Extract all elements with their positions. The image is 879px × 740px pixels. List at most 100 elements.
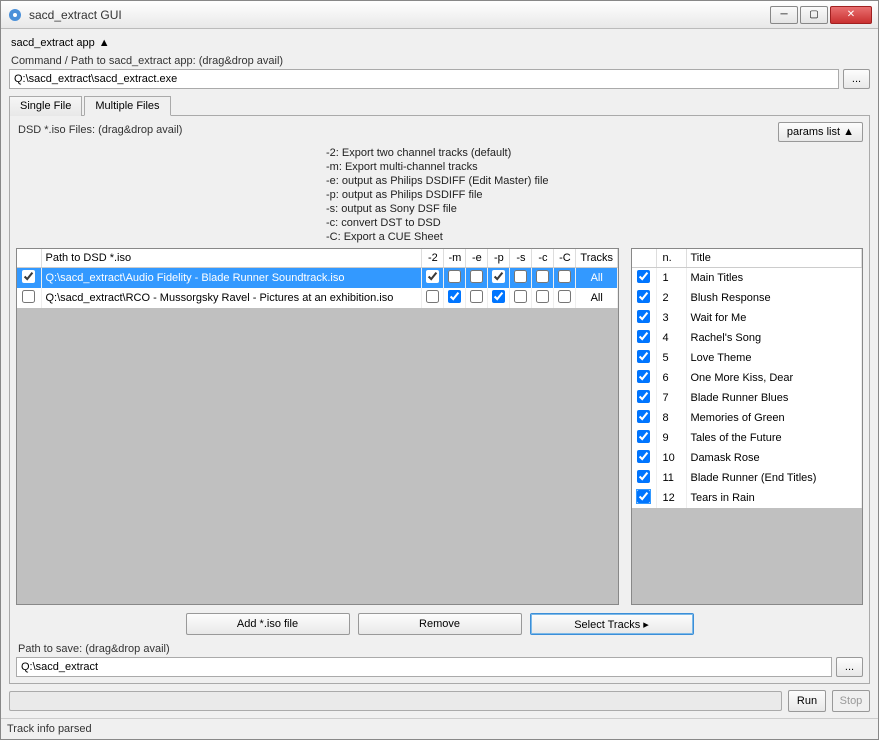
flag-fs[interactable]: [514, 270, 527, 283]
file-row-checkbox[interactable]: [22, 270, 35, 283]
track-checkbox[interactable]: [637, 450, 650, 463]
track-number: 5: [656, 348, 686, 368]
col-c[interactable]: -c: [532, 249, 554, 268]
run-button[interactable]: Run: [788, 690, 826, 712]
browse-cmd-button[interactable]: ...: [843, 69, 870, 89]
file-row[interactable]: Q:\sacd_extract\RCO - Mussorgsky Ravel -…: [17, 288, 618, 308]
col-p[interactable]: -p: [488, 249, 510, 268]
flag-fp[interactable]: [492, 270, 505, 283]
files-grid[interactable]: Path to DSD *.iso -2 -m -e -p -s -c -C T…: [16, 248, 619, 605]
dsd-files-label: DSD *.iso Files: (drag&drop avail): [18, 124, 182, 136]
track-row[interactable]: 7Blade Runner Blues: [632, 388, 862, 408]
flag-fc[interactable]: [536, 290, 549, 303]
remove-button[interactable]: Remove: [358, 613, 522, 635]
flag-fC[interactable]: [558, 270, 571, 283]
col-e[interactable]: -e: [466, 249, 488, 268]
track-checkbox[interactable]: [637, 310, 650, 323]
track-checkbox[interactable]: [637, 470, 650, 483]
track-title: Wait for Me: [686, 308, 862, 328]
cmd-path-label: Command / Path to sacd_extract app: (dra…: [11, 55, 870, 67]
track-row[interactable]: 10Damask Rose: [632, 448, 862, 468]
track-row[interactable]: 3Wait for Me: [632, 308, 862, 328]
col-path[interactable]: Path to DSD *.iso: [41, 249, 422, 268]
save-path-label: Path to save: (drag&drop avail): [18, 643, 863, 655]
track-checkbox[interactable]: [637, 270, 650, 283]
col-track-n[interactable]: n.: [656, 249, 686, 268]
track-title: One More Kiss, Dear: [686, 368, 862, 388]
file-row-checkbox[interactable]: [22, 290, 35, 303]
flag-fp[interactable]: [492, 290, 505, 303]
track-title: Rachel's Song: [686, 328, 862, 348]
track-title: Main Titles: [686, 268, 862, 289]
track-checkbox[interactable]: [637, 410, 650, 423]
close-button[interactable]: ✕: [830, 6, 872, 24]
track-checkbox[interactable]: [637, 390, 650, 403]
track-number: 12: [656, 488, 686, 508]
flag-fC[interactable]: [558, 290, 571, 303]
browse-save-button[interactable]: ...: [836, 657, 863, 677]
file-path: Q:\sacd_extract\Audio Fidelity - Blade R…: [41, 268, 422, 289]
flag-fm[interactable]: [448, 290, 461, 303]
cmd-path-input[interactable]: [9, 69, 839, 89]
track-row[interactable]: 12Tears in Rain: [632, 488, 862, 508]
file-row[interactable]: Q:\sacd_extract\Audio Fidelity - Blade R…: [17, 268, 618, 289]
stop-button[interactable]: Stop: [832, 690, 870, 712]
track-row[interactable]: 6One More Kiss, Dear: [632, 368, 862, 388]
file-path: Q:\sacd_extract\RCO - Mussorgsky Ravel -…: [41, 288, 422, 308]
track-title: Blade Runner (End Titles): [686, 468, 862, 488]
track-number: 10: [656, 448, 686, 468]
track-row[interactable]: 11Blade Runner (End Titles): [632, 468, 862, 488]
track-checkbox[interactable]: [637, 330, 650, 343]
col-m[interactable]: -m: [444, 249, 466, 268]
tracks-grid[interactable]: n. Title 1Main Titles2Blush Response3Wai…: [631, 248, 863, 605]
flag-f2[interactable]: [426, 270, 439, 283]
minimize-button[interactable]: ─: [770, 6, 798, 24]
track-number: 6: [656, 368, 686, 388]
col-track-title[interactable]: Title: [686, 249, 862, 268]
tab-single-file[interactable]: Single File: [9, 96, 82, 116]
collapse-icon: ▲: [99, 37, 110, 49]
track-checkbox[interactable]: [637, 430, 650, 443]
flag-fs[interactable]: [514, 290, 527, 303]
track-number: 7: [656, 388, 686, 408]
progress-bar: [9, 691, 782, 711]
col-C[interactable]: -C: [554, 249, 576, 268]
add-iso-button[interactable]: Add *.iso file: [186, 613, 350, 635]
titlebar: sacd_extract GUI ─ ▢ ✕: [1, 1, 878, 29]
track-number: 3: [656, 308, 686, 328]
col-tracks[interactable]: Tracks: [576, 249, 618, 268]
track-row[interactable]: 1Main Titles: [632, 268, 862, 289]
flag-f2[interactable]: [426, 290, 439, 303]
track-number: 8: [656, 408, 686, 428]
maximize-button[interactable]: ▢: [800, 6, 828, 24]
section-header[interactable]: sacd_extract app ▲: [11, 37, 870, 49]
track-row[interactable]: 5Love Theme: [632, 348, 862, 368]
app-icon: [7, 7, 23, 23]
flag-fc[interactable]: [536, 270, 549, 283]
track-checkbox[interactable]: [637, 490, 650, 503]
flag-fm[interactable]: [448, 270, 461, 283]
window-title: sacd_extract GUI: [29, 8, 770, 22]
col-s[interactable]: -s: [510, 249, 532, 268]
track-number: 2: [656, 288, 686, 308]
track-title: Blade Runner Blues: [686, 388, 862, 408]
select-tracks-button[interactable]: Select Tracks ▸: [530, 613, 694, 635]
track-row[interactable]: 8Memories of Green: [632, 408, 862, 428]
track-checkbox[interactable]: [637, 350, 650, 363]
save-path-input[interactable]: [16, 657, 832, 677]
flag-fe[interactable]: [470, 290, 483, 303]
track-checkbox[interactable]: [637, 370, 650, 383]
file-tracks: All: [576, 288, 618, 308]
section-header-label: sacd_extract app: [11, 37, 95, 49]
tab-multiple-files[interactable]: Multiple Files: [84, 96, 170, 116]
track-row[interactable]: 9Tales of the Future: [632, 428, 862, 448]
flag-fe[interactable]: [470, 270, 483, 283]
track-row[interactable]: 2Blush Response: [632, 288, 862, 308]
params-list-button[interactable]: params list ▲: [778, 122, 863, 142]
col-2[interactable]: -2: [422, 249, 444, 268]
track-row[interactable]: 4Rachel's Song: [632, 328, 862, 348]
track-checkbox[interactable]: [637, 290, 650, 303]
track-number: 9: [656, 428, 686, 448]
track-title: Damask Rose: [686, 448, 862, 468]
track-title: Tears in Rain: [686, 488, 862, 508]
